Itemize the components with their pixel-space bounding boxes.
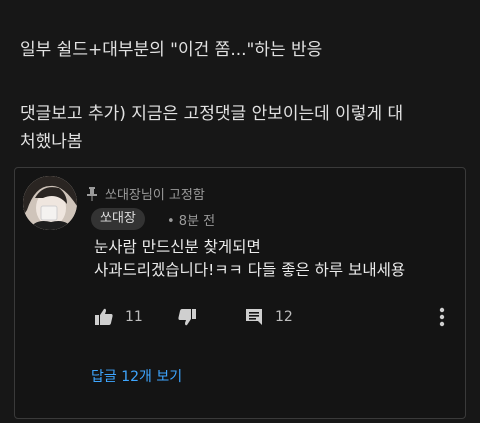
reply-button[interactable]: 12 [245, 304, 293, 330]
more-vertical-icon [439, 307, 445, 327]
post-line-3: 처했나봄 [20, 132, 83, 152]
pinned-label: 쏘대장님이 고정함 [105, 188, 205, 203]
comment-icon [246, 309, 262, 325]
comment-text-line-2: 사과드리겠습니다!ㅋㅋ 다들 좋은 하루 보내세용 [94, 261, 406, 279]
avatar[interactable] [23, 176, 77, 230]
comment-time: • 8분 전 [167, 214, 216, 229]
post-line-2: 댓글보고 추가) 지금은 고정댓글 안보이는데 이렇게 대 [20, 104, 404, 124]
comment-text: 눈사람 만드신분 찾게되면 사과드리겠습니다!ㅋㅋ 다들 좋은 하루 보내세용 [94, 236, 405, 282]
post-line-1: 일부 쉴드+대부분의 "이건 쫌..."하는 반응 [20, 40, 323, 60]
thumbs-down-icon [178, 309, 196, 326]
like-count: 11 [125, 309, 143, 325]
reply-count: 12 [275, 309, 293, 325]
thumbs-up-icon [95, 308, 113, 325]
view-replies-link[interactable]: 답글 12개 보기 [91, 366, 182, 386]
comment-actions: 11 12 [15, 304, 465, 330]
more-button[interactable] [439, 304, 445, 330]
pinned-comment-card: 쏘대장님이 고정함 쏘대장 • 8분 전 눈사람 만드신분 찾게되면 사과드리겠… [14, 167, 466, 419]
like-button[interactable]: 11 [95, 304, 143, 330]
dislike-button[interactable] [178, 304, 196, 330]
author-name[interactable]: 쏘대장 [91, 208, 145, 230]
pin-icon [87, 187, 97, 201]
comment-text-line-1: 눈사람 만드신분 찾게되면 [94, 238, 261, 256]
pinned-indicator: 쏘대장님이 고정함 [87, 184, 205, 203]
